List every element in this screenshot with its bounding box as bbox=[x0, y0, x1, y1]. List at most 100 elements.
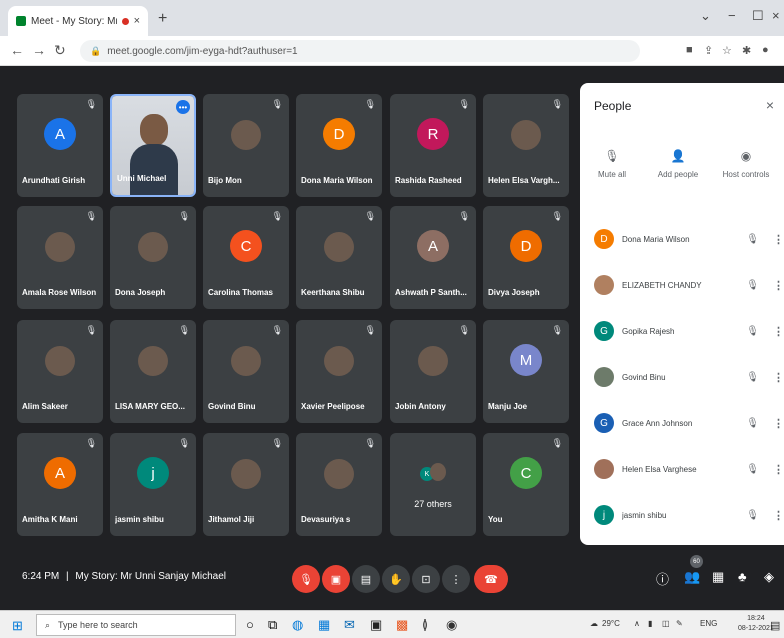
people-list-item[interactable]: Govind Binu 🎙 ⋮ bbox=[580, 357, 784, 397]
participant-tile[interactable]: 🎙 Xavier Peelipose bbox=[296, 320, 382, 423]
bookmark-star-icon[interactable]: ☆ bbox=[722, 44, 732, 57]
more-vert-icon[interactable]: ⋮ bbox=[773, 279, 784, 292]
chat-icon[interactable]: ▦ bbox=[712, 569, 724, 585]
meeting-time: 6:24 PM bbox=[22, 571, 60, 582]
windows-start-icon[interactable]: ⊞ bbox=[12, 618, 23, 634]
reload-icon[interactable]: ↻ bbox=[54, 42, 66, 59]
mic-off-icon[interactable]: 🎙 bbox=[746, 510, 759, 521]
more-vert-icon[interactable]: ⋮ bbox=[773, 371, 784, 384]
mic-off-icon[interactable]: 🎙 bbox=[746, 326, 759, 337]
participant-tile[interactable]: K 27 others bbox=[390, 433, 476, 536]
profile-icon[interactable]: ● bbox=[762, 44, 769, 56]
more-vert-icon[interactable]: ⋮ bbox=[773, 463, 784, 476]
language-indicator[interactable]: ENG bbox=[700, 619, 717, 628]
forward-arrow-icon[interactable]: → bbox=[32, 42, 46, 58]
leave-call-button[interactable]: ☎ bbox=[474, 565, 508, 593]
close-window-button[interactable]: × bbox=[772, 8, 780, 23]
mute-all-button[interactable]: 🎙 Mute all bbox=[580, 149, 644, 179]
task-view-icon[interactable]: ⧉ bbox=[268, 617, 277, 633]
participant-name: jasmin shibu bbox=[115, 515, 164, 524]
captions-button[interactable]: ▤ bbox=[352, 565, 380, 593]
mic-off-icon[interactable]: 🎙 bbox=[746, 280, 759, 291]
people-list-item[interactable]: ELIZABETH CHANDY 🎙 ⋮ bbox=[580, 265, 784, 305]
people-list-item[interactable]: G Grace Ann Johnson 🎙 ⋮ bbox=[580, 403, 784, 443]
new-tab-button[interactable]: + bbox=[158, 10, 167, 28]
more-vert-icon[interactable]: ⋮ bbox=[773, 233, 784, 246]
host-controls-label: Host controls bbox=[722, 170, 770, 179]
people-icon[interactable]: 👥 bbox=[684, 569, 700, 585]
meeting-details-icon[interactable]: ⓘ bbox=[656, 569, 669, 588]
participant-tile[interactable]: 🎙 Dona Joseph bbox=[110, 206, 196, 309]
camera-icon[interactable]: ■ bbox=[686, 44, 693, 56]
taskbar-clock[interactable]: 18:24 08-12-2021 bbox=[738, 614, 774, 634]
participant-tile[interactable]: R 🎙 Rashida Rasheed bbox=[390, 94, 476, 197]
tab-close-icon[interactable]: × bbox=[134, 15, 140, 27]
participant-tile[interactable]: 🎙 Jithamol Jiji bbox=[203, 433, 289, 536]
back-arrow-icon[interactable]: ← bbox=[10, 42, 24, 58]
url-field[interactable]: 🔒 meet.google.com/jim-eyga-hdt?authuser=… bbox=[80, 40, 640, 62]
people-list-item[interactable]: Helen Elsa Varghese 🎙 ⋮ bbox=[580, 449, 784, 489]
mic-off-icon[interactable]: 🎙 bbox=[746, 418, 759, 429]
participant-tile[interactable]: 🎙 Govind Binu bbox=[203, 320, 289, 423]
activities-icon[interactable]: ♣ bbox=[738, 569, 747, 584]
participant-tile[interactable]: •••🎙Unni Michael bbox=[110, 94, 196, 197]
host-safety-icon[interactable]: ◈ bbox=[764, 569, 774, 585]
participant-tile[interactable]: C 🎙 Carolina Thomas bbox=[203, 206, 289, 309]
present-button[interactable]: ⊡ bbox=[412, 565, 440, 593]
share-icon[interactable]: ⇪ bbox=[704, 44, 713, 57]
edge-icon[interactable]: ◍ bbox=[292, 617, 303, 633]
raise-hand-button[interactable]: ✋ bbox=[382, 565, 410, 593]
participant-tile[interactable]: D 🎙 Divya Joseph bbox=[483, 206, 569, 309]
more-options-button[interactable]: ⋮ bbox=[442, 565, 470, 593]
more-options-icon[interactable]: ••• bbox=[176, 100, 190, 114]
close-panel-icon[interactable]: × bbox=[766, 97, 774, 113]
mic-off-icon[interactable]: 🎙 bbox=[746, 372, 759, 383]
participant-tile[interactable]: 🎙 Alim Sakeer bbox=[17, 320, 103, 423]
people-list-item[interactable]: D Dona Maria Wilson 🎙 ⋮ bbox=[580, 219, 784, 259]
people-list-item[interactable]: j jasmin shibu 🎙 ⋮ bbox=[580, 495, 784, 535]
office-icon[interactable]: ▩ bbox=[396, 617, 408, 633]
store-icon[interactable]: ▦ bbox=[318, 617, 330, 633]
participant-tile[interactable]: 🎙 LISA MARY GEO... bbox=[110, 320, 196, 423]
people-list-item[interactable]: G Gopika Rajesh 🎙 ⋮ bbox=[580, 311, 784, 351]
participant-tile[interactable]: A 🎙 Arundhati Girish bbox=[17, 94, 103, 197]
tray-up-icon[interactable]: ∧ bbox=[634, 619, 640, 628]
weather-icon[interactable]: ☁ bbox=[590, 619, 598, 628]
mic-off-icon[interactable]: 🎙 bbox=[746, 234, 759, 245]
media-icon[interactable]: ≬ bbox=[422, 617, 428, 633]
participant-tile[interactable]: C 🎙 You bbox=[483, 433, 569, 536]
participant-tile[interactable]: 🎙 Helen Elsa Vargh... bbox=[483, 94, 569, 197]
notifications-icon[interactable]: ▤ bbox=[770, 619, 780, 632]
microphone-off-button[interactable]: 🎙 bbox=[292, 565, 320, 593]
participant-tile[interactable]: M 🎙 Manju Joe bbox=[483, 320, 569, 423]
tab-search-icon[interactable]: ⌄ bbox=[700, 8, 711, 24]
participant-tile[interactable]: A 🎙 Amitha K Mani bbox=[17, 433, 103, 536]
participant-tile[interactable]: 🎙 Devasuriya s bbox=[296, 433, 382, 536]
chrome-icon[interactable]: ◉ bbox=[446, 617, 457, 633]
participant-tile[interactable]: 🎙 Jobin Antony bbox=[390, 320, 476, 423]
participant-tile[interactable]: D 🎙 Dona Maria Wilson bbox=[296, 94, 382, 197]
add-people-button[interactable]: 👤 Add people bbox=[646, 149, 710, 179]
participant-tile[interactable]: 🎙 Amala Rose Wilson bbox=[17, 206, 103, 309]
participant-tile[interactable]: 🎙 Bijo Mon bbox=[203, 94, 289, 197]
minimize-button[interactable]: − bbox=[728, 8, 736, 23]
browser-tab[interactable]: Meet - My Story: Mr Unni Sa × bbox=[8, 6, 148, 36]
mail-icon[interactable]: ✉ bbox=[344, 617, 355, 633]
maximize-button[interactable]: ☐ bbox=[752, 8, 764, 24]
more-vert-icon[interactable]: ⋮ bbox=[773, 417, 784, 430]
taskbar-search-field[interactable]: ⌕ Type here to search bbox=[36, 614, 236, 636]
cortana-icon[interactable]: ○ bbox=[246, 617, 254, 632]
camera-off-button[interactable]: ▣ bbox=[322, 565, 350, 593]
participant-tile[interactable]: j 🎙 jasmin shibu bbox=[110, 433, 196, 536]
more-vert-icon[interactable]: ⋮ bbox=[773, 325, 784, 338]
participant-tile[interactable]: A 🎙 Ashwath P Santh... bbox=[390, 206, 476, 309]
pen-icon[interactable]: ✎ bbox=[676, 619, 683, 628]
volume-icon[interactable]: ◫ bbox=[662, 619, 670, 628]
host-controls-button[interactable]: ◉ Host controls bbox=[714, 149, 778, 179]
more-vert-icon[interactable]: ⋮ bbox=[773, 509, 784, 522]
participant-tile[interactable]: 🎙 Keerthana Shibu bbox=[296, 206, 382, 309]
app-icon[interactable]: ▣ bbox=[370, 617, 382, 633]
extensions-icon[interactable]: ✱ bbox=[742, 44, 751, 57]
mic-off-icon[interactable]: 🎙 bbox=[746, 464, 759, 475]
network-icon[interactable]: ▮ bbox=[648, 619, 652, 628]
